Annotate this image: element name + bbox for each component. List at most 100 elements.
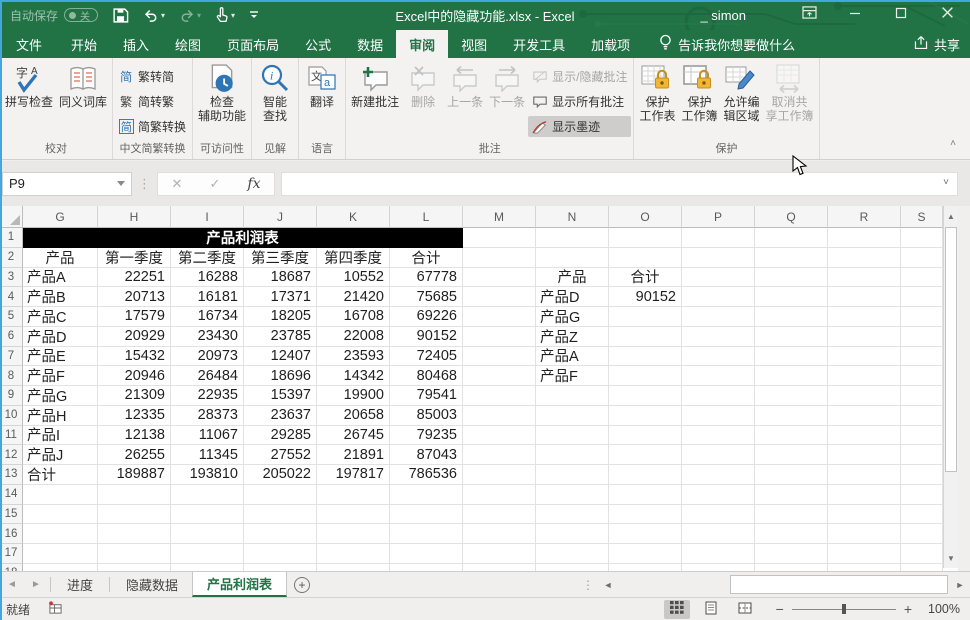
- share-button[interactable]: 共享: [913, 30, 960, 58]
- cell-H15[interactable]: [98, 505, 171, 525]
- cell-I2[interactable]: 第二季度: [171, 248, 244, 268]
- cell-O9[interactable]: [609, 386, 682, 406]
- cell-J11[interactable]: 29285: [244, 426, 317, 446]
- cell-N13[interactable]: [536, 465, 609, 485]
- touch-mode-dropdown-arrow[interactable]: ▾: [231, 11, 235, 20]
- cell-J5[interactable]: 18205: [244, 307, 317, 327]
- cell-K2[interactable]: 第四季度: [317, 248, 390, 268]
- cell-O11[interactable]: [609, 426, 682, 446]
- undo-button[interactable]: ▾: [143, 8, 165, 23]
- name-box-dropdown-icon[interactable]: [117, 181, 125, 186]
- cell-P11[interactable]: [682, 426, 755, 446]
- row-header-2[interactable]: 2: [0, 248, 23, 268]
- cell-R16[interactable]: [828, 524, 901, 544]
- cell-G14[interactable]: [23, 485, 98, 505]
- save-button[interactable]: [112, 7, 129, 24]
- cell-O3[interactable]: 合计: [609, 268, 682, 288]
- row-header-15[interactable]: 15: [0, 505, 23, 525]
- cell-N3[interactable]: 产品: [536, 268, 609, 288]
- normal-view-button[interactable]: [664, 600, 690, 619]
- cell-O16[interactable]: [609, 524, 682, 544]
- cell-P13[interactable]: [682, 465, 755, 485]
- cell-S11[interactable]: [901, 426, 943, 446]
- row-header-16[interactable]: 16: [0, 524, 23, 544]
- cell-J3[interactable]: 18687: [244, 268, 317, 288]
- name-box[interactable]: P9: [2, 172, 132, 196]
- cell-K14[interactable]: [317, 485, 390, 505]
- cell-H14[interactable]: [98, 485, 171, 505]
- row-header-14[interactable]: 14: [0, 485, 23, 505]
- touch-mode-button[interactable]: ▾: [215, 7, 235, 23]
- show-ink-button[interactable]: 显示墨迹: [528, 116, 631, 137]
- column-header-G[interactable]: G: [23, 206, 98, 228]
- cell-K9[interactable]: 19900: [317, 386, 390, 406]
- cell-K13[interactable]: 197817: [317, 465, 390, 485]
- row-header-10[interactable]: 10: [0, 406, 23, 426]
- cell-H3[interactable]: 22251: [98, 268, 171, 288]
- cell-N18[interactable]: [536, 564, 609, 571]
- simplified-to-traditional-button[interactable]: 繁简转繁: [115, 91, 190, 112]
- cell-G6[interactable]: 产品D: [23, 327, 98, 347]
- row-header-18[interactable]: 18: [0, 564, 23, 571]
- cell-R8[interactable]: [828, 366, 901, 386]
- zoom-slider[interactable]: [792, 602, 896, 616]
- column-header-N[interactable]: N: [536, 206, 609, 228]
- cell-L4[interactable]: 75685: [390, 287, 463, 307]
- cell-R1[interactable]: [828, 228, 901, 248]
- macro-record-button[interactable]: [48, 601, 63, 618]
- ribbon-tab-数据[interactable]: 数据: [344, 30, 396, 58]
- cell-J2[interactable]: 第三季度: [244, 248, 317, 268]
- cell-S15[interactable]: [901, 505, 943, 525]
- cell-O15[interactable]: [609, 505, 682, 525]
- sheet-tab-隐藏数据[interactable]: 隐藏数据: [112, 572, 192, 597]
- cell-L12[interactable]: 87043: [390, 445, 463, 465]
- cell-I17[interactable]: [171, 544, 244, 564]
- cell-G10[interactable]: 产品H: [23, 406, 98, 426]
- cell-G13[interactable]: 合计: [23, 465, 98, 485]
- cell-J9[interactable]: 15397: [244, 386, 317, 406]
- cell-P6[interactable]: [682, 327, 755, 347]
- cell-R14[interactable]: [828, 485, 901, 505]
- cell-R4[interactable]: [828, 287, 901, 307]
- cell-Q11[interactable]: [755, 426, 828, 446]
- autosave-toggle[interactable]: 自动保存 关: [10, 7, 98, 24]
- cell-G18[interactable]: [23, 564, 98, 571]
- cell-N17[interactable]: [536, 544, 609, 564]
- cell-H12[interactable]: 26255: [98, 445, 171, 465]
- row-header-5[interactable]: 5: [0, 307, 23, 327]
- cell-R3[interactable]: [828, 268, 901, 288]
- cell-S2[interactable]: [901, 248, 943, 268]
- cell-O13[interactable]: [609, 465, 682, 485]
- cell-L2[interactable]: 合计: [390, 248, 463, 268]
- sheet-tab-产品利润表[interactable]: 产品利润表: [192, 572, 287, 597]
- scroll-up-icon[interactable]: ▲: [944, 206, 958, 226]
- cell-I14[interactable]: [171, 485, 244, 505]
- cell-I12[interactable]: 11345: [171, 445, 244, 465]
- cell-P4[interactable]: [682, 287, 755, 307]
- row-header-3[interactable]: 3: [0, 268, 23, 288]
- zoom-in-button[interactable]: +: [904, 601, 912, 617]
- cell-H10[interactable]: 12335: [98, 406, 171, 426]
- cell-O2[interactable]: [609, 248, 682, 268]
- ribbon-tab-绘图[interactable]: 绘图: [162, 30, 214, 58]
- cell-Q9[interactable]: [755, 386, 828, 406]
- cell-H16[interactable]: [98, 524, 171, 544]
- zoom-slider-thumb[interactable]: [842, 604, 846, 614]
- cell-J13[interactable]: 205022: [244, 465, 317, 485]
- cell-J10[interactable]: 23637: [244, 406, 317, 426]
- cell-N16[interactable]: [536, 524, 609, 544]
- cell-O10[interactable]: [609, 406, 682, 426]
- cell-I11[interactable]: 11067: [171, 426, 244, 446]
- cell-M15[interactable]: [463, 505, 536, 525]
- cell-R12[interactable]: [828, 445, 901, 465]
- column-header-L[interactable]: L: [390, 206, 463, 228]
- cell-L18[interactable]: [390, 564, 463, 571]
- sheet-tab-进度[interactable]: 进度: [53, 572, 107, 597]
- cell-H18[interactable]: [98, 564, 171, 571]
- cell-H2[interactable]: 第一季度: [98, 248, 171, 268]
- cell-M10[interactable]: [463, 406, 536, 426]
- cell-O18[interactable]: [609, 564, 682, 571]
- ribbon-tab-开发工具[interactable]: 开发工具: [500, 30, 578, 58]
- new-comment-button[interactable]: 新建批注: [348, 60, 402, 109]
- protect-sheet-button[interactable]: 保护工作表: [636, 60, 678, 123]
